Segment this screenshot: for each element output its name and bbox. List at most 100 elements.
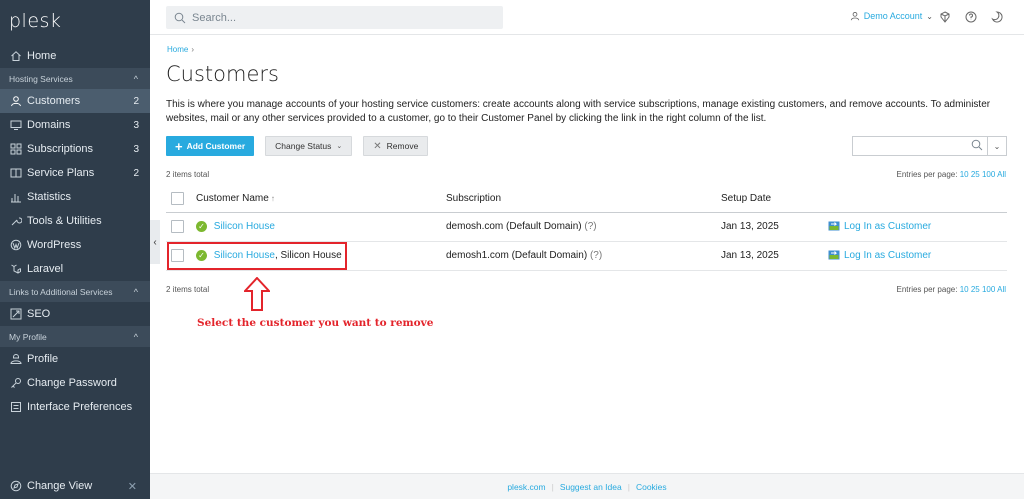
account-name: Demo Account [863, 11, 923, 21]
section-hosting-services[interactable]: Hosting Services ^ [0, 68, 150, 89]
entries-25[interactable]: 25 [971, 285, 980, 294]
search-icon [971, 139, 983, 154]
footer: plesk.com | Suggest an Idea | Cookies [150, 473, 1024, 499]
entries-10[interactable]: 10 [960, 285, 969, 294]
sidebar-item-home[interactable]: Home [0, 44, 150, 68]
customer-name-link[interactable]: Silicon House [214, 221, 275, 232]
login-as-customer-link[interactable]: Log In as Customer [844, 221, 931, 232]
entries-all[interactable]: All [997, 285, 1006, 294]
plus-icon: + [175, 138, 183, 154]
compass-icon [9, 479, 23, 493]
entries-100[interactable]: 100 [982, 285, 995, 294]
sidebar-item-wordpress[interactable]: WordPress [0, 233, 150, 257]
row-checkbox[interactable] [171, 220, 184, 233]
header-setup-date: Setup Date [721, 185, 828, 213]
bar-chart-icon [9, 190, 23, 204]
profile-icon [9, 352, 23, 366]
select-all-checkbox[interactable] [171, 191, 184, 205]
sidebar-item-domains[interactable]: Domains 3 [0, 113, 150, 137]
breadcrumb-home[interactable]: Home [167, 45, 188, 54]
sidebar-item-service-plans[interactable]: Service Plans 2 [0, 161, 150, 185]
annotation-highlight-box [167, 242, 347, 270]
count-badge: 3 [133, 119, 139, 131]
table-header-row: Customer Name ↑ Subscription Setup Date [166, 185, 1007, 213]
sidebar-item-statistics[interactable]: Statistics [0, 185, 150, 209]
footer-link-cookies[interactable]: Cookies [636, 482, 667, 492]
home-icon [9, 49, 23, 63]
search-input[interactable]: Search... [166, 6, 503, 29]
login-as-customer-link[interactable]: Log In as Customer [844, 250, 931, 261]
entries-all[interactable]: All [997, 170, 1006, 179]
monitor-icon [9, 118, 23, 132]
sidebar-item-interface-preferences[interactable]: Interface Preferences [0, 395, 150, 419]
subscription-hint[interactable]: (?) [584, 221, 596, 232]
tools-icon [9, 214, 23, 228]
sidebar-item-subscriptions[interactable]: Subscriptions 3 [0, 137, 150, 161]
change-status-button[interactable]: Change Status ⌄ [265, 136, 353, 156]
sidebar: plesk Home Hosting Services ^ Customers … [0, 0, 150, 499]
filter-search-input[interactable] [852, 136, 988, 156]
subscription-name: demosh1.com (Default Domain) [446, 250, 588, 261]
filter-toggle-button[interactable]: ⌄ [988, 136, 1007, 156]
book-icon [9, 166, 23, 180]
items-total-bottom: 2 items total [166, 285, 210, 294]
sidebar-item-profile[interactable]: Profile [0, 347, 150, 371]
table-row: ✓ Silicon House demosh.com (Default Doma… [166, 212, 1007, 242]
count-badge: 3 [133, 143, 139, 155]
extensions-icon[interactable] [938, 10, 952, 24]
add-customer-button[interactable]: + Add Customer [166, 136, 255, 156]
change-view-button[interactable]: Change View ✕ [0, 473, 150, 499]
sidebar-item-laravel[interactable]: Laravel [0, 257, 150, 281]
search-icon [174, 12, 186, 24]
section-my-profile[interactable]: My Profile ^ [0, 326, 150, 347]
count-badge: 2 [133, 95, 139, 107]
search-placeholder: Search... [192, 11, 237, 24]
chevron-up-icon: ^ [133, 286, 138, 297]
entries-per-page-bottom: Entries per page: 10 25 100 All [896, 285, 1006, 294]
section-links-additional[interactable]: Links to Additional Services ^ [0, 281, 150, 302]
breadcrumb: Home › [167, 45, 195, 54]
sidebar-item-customers[interactable]: Customers 2 [0, 89, 150, 113]
items-total: 2 items total [166, 170, 210, 179]
sidebar-item-tools-utilities[interactable]: Tools & Utilities [0, 209, 150, 233]
entries-25[interactable]: 25 [971, 170, 980, 179]
laravel-icon [9, 262, 23, 276]
status-ok-icon: ✓ [196, 220, 207, 232]
setup-date: Jan 13, 2025 [721, 241, 828, 271]
sidebar-item-seo[interactable]: SEO [0, 302, 150, 326]
remove-icon: ✕ [373, 140, 382, 152]
annotation-text: Select the customer you want to remove [197, 317, 434, 329]
entries-10[interactable]: 10 [960, 170, 969, 179]
entries-per-page: Entries per page: 10 25 100 All [896, 170, 1006, 179]
grid-icon [9, 142, 23, 156]
close-icon[interactable]: ✕ [128, 480, 137, 493]
sidebar-item-change-password[interactable]: Change Password [0, 371, 150, 395]
plesk-logo[interactable]: plesk [0, 0, 150, 42]
help-icon[interactable] [964, 10, 978, 24]
login-customer-icon [828, 221, 840, 231]
page-title: Customers [166, 62, 279, 86]
trend-icon [9, 307, 23, 321]
sort-up-icon: ↑ [270, 193, 275, 203]
moon-icon[interactable] [990, 10, 1004, 24]
toolbar: + Add Customer Change Status ⌄ ✕ Remove [166, 136, 439, 156]
chevron-down-icon: ⌄ [926, 11, 933, 21]
subscription-hint[interactable]: (?) [590, 250, 602, 261]
footer-link-plesk[interactable]: plesk.com [507, 482, 545, 492]
header-customer-name[interactable]: Customer Name ↑ [196, 185, 446, 213]
user-icon [850, 11, 860, 21]
page-description: This is where you manage accounts of you… [166, 99, 991, 124]
setup-date: Jan 13, 2025 [721, 212, 828, 242]
chevron-up-icon: ^ [133, 331, 138, 342]
remove-button[interactable]: ✕ Remove [363, 136, 429, 156]
key-icon [9, 376, 23, 390]
subscription-name: demosh.com (Default Domain) [446, 221, 582, 232]
chevron-down-icon: ⌄ [993, 141, 1001, 151]
entries-100[interactable]: 100 [982, 170, 995, 179]
chevron-up-icon: ^ [133, 73, 138, 84]
account-menu[interactable]: Demo Account ⌄ [850, 11, 933, 21]
footer-link-suggest[interactable]: Suggest an Idea [560, 482, 622, 492]
count-badge: 2 [133, 167, 139, 179]
header-subscription: Subscription [446, 185, 721, 213]
annotation-up-arrow [244, 277, 270, 311]
